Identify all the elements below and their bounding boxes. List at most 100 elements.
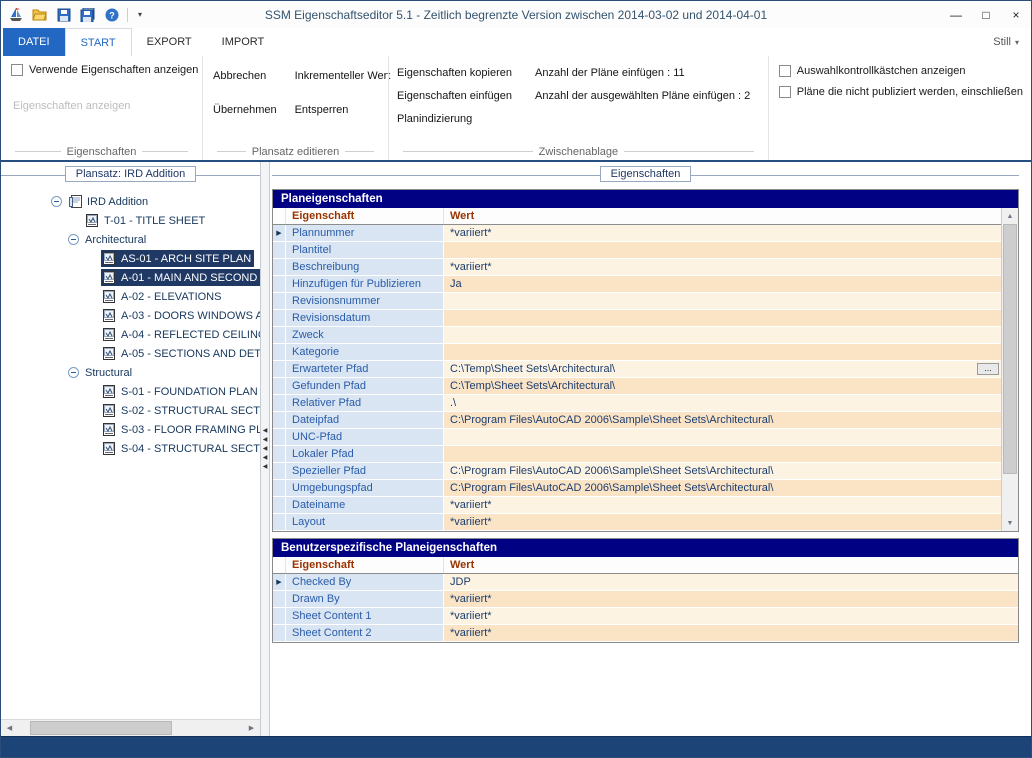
property-row[interactable]: Dateiname *variiert* <box>273 497 1001 514</box>
property-name[interactable]: Sheet Content 1 <box>286 608 444 625</box>
planindizierung-button[interactable]: Planindizierung <box>397 113 527 125</box>
property-value[interactable]: JDP <box>444 574 1018 591</box>
row-gutter[interactable] <box>273 259 286 276</box>
hscrollbar-track[interactable] <box>18 720 243 736</box>
checkbox-auswahlkontrollkaestchen[interactable]: Auswahlkontrollkästchen anzeigen <box>778 65 1023 77</box>
column-header-eigenschaft[interactable]: Eigenschaft <box>286 208 444 224</box>
property-name[interactable]: UNC-Pfad <box>286 429 444 446</box>
property-value[interactable] <box>444 242 1001 259</box>
row-gutter[interactable] <box>273 480 286 497</box>
property-name[interactable]: Checked By <box>286 574 444 591</box>
vscrollbar-track[interactable] <box>1002 224 1018 515</box>
property-row[interactable]: ▶ Plannummer *variiert* <box>273 225 1001 242</box>
row-gutter[interactable] <box>273 446 286 463</box>
tree-item[interactable]: Structural <box>1 363 260 382</box>
property-row[interactable]: Gefunden Pfad C:\Temp\Sheet Sets\Architec… <box>273 378 1001 395</box>
property-row[interactable]: ▶ Checked By JDP <box>273 574 1018 591</box>
row-gutter[interactable] <box>273 497 286 514</box>
property-row[interactable]: Zweck <box>273 327 1001 344</box>
property-name[interactable]: Plannummer <box>286 225 444 242</box>
property-row[interactable]: Drawn By *variiert* <box>273 591 1018 608</box>
row-gutter[interactable] <box>273 242 286 259</box>
tree-item[interactable]: A-05 - SECTIONS AND DETAIL <box>1 344 260 363</box>
property-value[interactable]: C:\Temp\Sheet Sets\Architectural\ <box>444 378 1001 395</box>
property-name[interactable]: Plantitel <box>286 242 444 259</box>
property-name[interactable]: Hinzufügen für Publizieren <box>286 276 444 293</box>
property-value[interactable] <box>444 446 1001 463</box>
property-row[interactable]: UNC-Pfad <box>273 429 1001 446</box>
row-gutter[interactable] <box>273 293 286 310</box>
row-gutter[interactable] <box>273 344 286 361</box>
property-value[interactable]: C:\Program Files\AutoCAD 2006\Sample\She… <box>444 480 1001 497</box>
property-name[interactable]: Revisionsnummer <box>286 293 444 310</box>
property-name[interactable]: Beschreibung <box>286 259 444 276</box>
property-value[interactable]: C:\Temp\Sheet Sets\Architectural\... <box>444 361 1001 378</box>
row-gutter[interactable] <box>273 361 286 378</box>
hscrollbar-thumb[interactable] <box>30 721 172 735</box>
property-row[interactable]: Umgebungspfad C:\Program Files\AutoCAD 20… <box>273 480 1001 497</box>
tree-expander-icon[interactable] <box>68 367 79 378</box>
row-gutter[interactable] <box>273 310 286 327</box>
checkbox-icon[interactable] <box>778 86 791 98</box>
current-row-indicator[interactable]: ▶ <box>273 225 286 242</box>
row-gutter[interactable] <box>273 276 286 293</box>
property-name[interactable]: Erwarteter Pfad <box>286 361 444 378</box>
vscrollbar-thumb[interactable] <box>1003 224 1017 474</box>
tree-item[interactable]: S-01 - FOUNDATION PLAN <box>1 382 260 401</box>
tree-item[interactable]: S-03 - FLOOR FRAMING PLAN <box>1 420 260 439</box>
property-name[interactable]: Kategorie <box>286 344 444 361</box>
row-gutter[interactable] <box>273 327 286 344</box>
property-row[interactable]: Relativer Pfad .\ <box>273 395 1001 412</box>
property-value[interactable] <box>444 344 1001 361</box>
property-value[interactable]: *variiert* <box>444 225 1001 242</box>
save-icon[interactable] <box>55 7 72 23</box>
property-value[interactable]: *variiert* <box>444 497 1001 514</box>
property-value[interactable]: C:\Program Files\AutoCAD 2006\Sample\She… <box>444 412 1001 429</box>
anzahl-plaene-einfuegen-button[interactable]: Anzahl der Pläne einfügen : 11 <box>535 67 750 79</box>
tree-item[interactable]: Architectural <box>1 230 260 249</box>
row-gutter[interactable] <box>273 429 286 446</box>
property-row[interactable]: Sheet Content 1 *variiert* <box>273 608 1018 625</box>
maximize-button[interactable]: □ <box>971 2 1001 28</box>
tree-item[interactable]: S-02 - STRUCTURAL SECTIO <box>1 401 260 420</box>
column-header-wert[interactable]: Wert <box>444 557 1018 573</box>
property-name[interactable]: Spezieller Pfad <box>286 463 444 480</box>
minimize-button[interactable]: — <box>941 2 971 28</box>
row-gutter[interactable] <box>273 625 286 642</box>
scroll-left-icon[interactable]: ◀ <box>1 720 18 736</box>
tree-item[interactable]: A-02 - ELEVATIONS <box>1 287 260 306</box>
tree-expander-icon[interactable] <box>51 196 62 207</box>
property-value[interactable]: C:\Program Files\AutoCAD 2006\Sample\She… <box>444 463 1001 480</box>
property-name[interactable]: Zweck <box>286 327 444 344</box>
property-value[interactable]: *variiert* <box>444 514 1001 531</box>
property-name[interactable]: Dateiname <box>286 497 444 514</box>
tree-item[interactable]: IRD Addition <box>1 192 260 211</box>
property-row[interactable]: Erwarteter Pfad C:\Temp\Sheet Sets\Archit… <box>273 361 1001 378</box>
panel-splitter[interactable]: ◀ ◀ ◀ ◀ ◀ <box>260 162 270 736</box>
property-row[interactable]: Sheet Content 2 *variiert* <box>273 625 1018 642</box>
property-name[interactable]: Drawn By <box>286 591 444 608</box>
tab-import[interactable]: IMPORT <box>207 28 280 56</box>
property-name[interactable]: Gefunden Pfad <box>286 378 444 395</box>
property-row[interactable]: Kategorie <box>273 344 1001 361</box>
browse-button[interactable]: ... <box>977 363 999 375</box>
property-name[interactable]: Dateipfad <box>286 412 444 429</box>
inkrementeller-wert-button[interactable]: Inkrementeller Wert <box>295 70 391 82</box>
app-icon[interactable] <box>7 7 24 23</box>
property-name[interactable]: Revisionsdatum <box>286 310 444 327</box>
property-value[interactable]: *variiert* <box>444 608 1018 625</box>
property-row[interactable]: Revisionsdatum <box>273 310 1001 327</box>
uebernehmen-button[interactable]: Übernehmen <box>213 104 277 116</box>
row-gutter[interactable] <box>273 378 286 395</box>
tree-item[interactable]: T-01 - TITLE SHEET <box>1 211 260 230</box>
scroll-right-icon[interactable]: ▶ <box>243 720 260 736</box>
qat-dropdown-icon[interactable]: ▾ <box>135 10 145 19</box>
checkbox-icon[interactable] <box>11 64 23 76</box>
scroll-up-icon[interactable]: ▲ <box>1002 208 1018 224</box>
open-folder-icon[interactable] <box>31 7 48 23</box>
close-button[interactable]: × <box>1001 2 1031 28</box>
row-gutter[interactable] <box>273 591 286 608</box>
property-row[interactable]: Hinzufügen für Publizieren Ja <box>273 276 1001 293</box>
property-value[interactable]: Ja <box>444 276 1001 293</box>
help-icon[interactable]: ? <box>103 7 120 23</box>
